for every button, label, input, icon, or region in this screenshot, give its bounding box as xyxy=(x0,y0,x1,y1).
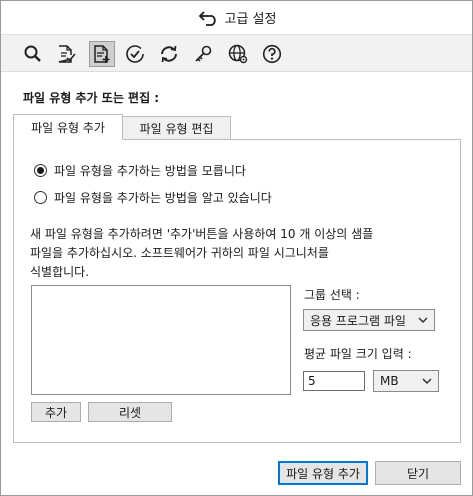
search-tool-button[interactable] xyxy=(20,41,46,67)
key-tool-button[interactable] xyxy=(190,41,216,67)
key-icon xyxy=(195,45,212,62)
reset-button[interactable]: 리셋 xyxy=(88,402,172,422)
circle-check-icon xyxy=(126,45,144,63)
chevron-down-icon xyxy=(418,317,428,324)
title-bar: 고급 설정 xyxy=(1,1,472,34)
group-select-value: 응용 프로그램 파일 xyxy=(310,313,406,328)
refresh-tool-button[interactable] xyxy=(156,41,182,67)
search-icon xyxy=(24,45,41,62)
help-tool-button[interactable] xyxy=(259,41,285,67)
size-unit-value: MB xyxy=(380,374,399,388)
advanced-settings-window: 고급 설정 파일 유형 추가 또는 편집: 파일 유형 추가 파일 유형 편집… xyxy=(0,0,473,496)
globe-settings-icon xyxy=(228,44,248,64)
add-button[interactable]: 추가 xyxy=(31,402,81,422)
instructions-line: 파일을 추가하십시오. 소프트웨어가 귀하의 파일 시그니처를 xyxy=(30,246,329,260)
radio-label: 파일 유형을 추가하는 방법을 모릅니다 xyxy=(54,164,246,178)
avg-size-value: 5 xyxy=(308,374,316,388)
radio-option-know[interactable]: 파일 유형을 추가하는 방법을 알고 있습니다 xyxy=(34,189,272,206)
section-title: 파일 유형 추가 또는 편집 : xyxy=(23,91,160,105)
window-title: 고급 설정 xyxy=(224,12,277,27)
toolbar xyxy=(1,34,472,72)
help-icon xyxy=(262,44,282,64)
avg-size-input[interactable]: 5 xyxy=(303,371,365,391)
tab-add-file-type[interactable]: 파일 유형 추가 xyxy=(13,114,123,140)
document-check-tool-button[interactable] xyxy=(53,41,79,67)
document-add-icon xyxy=(94,45,110,63)
tab-edit-file-type[interactable]: 파일 유형 편집 xyxy=(123,116,231,140)
instructions-text: 새 파일 유형을 추가하려면 '추가'버튼을 사용하여 10 개 이상의 샘플 … xyxy=(30,225,450,282)
back-arrow-icon[interactable] xyxy=(197,10,219,26)
sample-files-listbox[interactable] xyxy=(31,285,291,395)
group-select-dropdown[interactable]: 응용 프로그램 파일 xyxy=(303,309,435,331)
globe-settings-tool-button[interactable] xyxy=(225,41,251,67)
refresh-icon xyxy=(161,45,177,63)
radio-label: 파일 유형을 추가하는 방법을 알고 있습니다 xyxy=(54,191,272,205)
group-select-label: 그룹 선택 : xyxy=(304,288,360,302)
radio-option-dont-know[interactable]: 파일 유형을 추가하는 방법을 모릅니다 xyxy=(34,162,246,179)
size-unit-dropdown[interactable]: MB xyxy=(373,370,439,392)
radio-button-unchecked[interactable] xyxy=(34,191,47,204)
radio-button-checked[interactable] xyxy=(34,164,47,177)
close-button[interactable]: 닫기 xyxy=(375,461,461,485)
instructions-line: 새 파일 유형을 추가하려면 '추가'버튼을 사용하여 10 개 이상의 샘플 xyxy=(30,227,374,241)
circle-check-tool-button[interactable] xyxy=(122,41,148,67)
document-add-tool-button[interactable] xyxy=(89,41,115,67)
instructions-line: 식별합니다. xyxy=(30,265,90,279)
document-check-icon xyxy=(58,45,76,63)
chevron-down-icon xyxy=(422,378,432,385)
add-file-type-button[interactable]: 파일 유형 추가 xyxy=(278,461,368,485)
avg-size-label: 평균 파일 크기 입력 : xyxy=(304,347,412,361)
